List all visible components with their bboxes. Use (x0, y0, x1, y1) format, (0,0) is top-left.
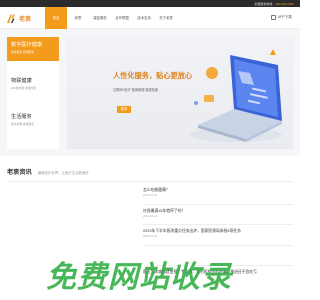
news-item-title: 前五步求病情就变预？专家称：是利医利民的好事，推进还不会吃亏 (143, 270, 257, 274)
news-list: 怎么吃能健康？ 2024-04-24 社保缴满15年就停了吗？ 2024-04-… (143, 184, 293, 287)
news-item[interactable] (143, 246, 293, 266)
nav-item-home[interactable]: 首页 (45, 7, 67, 29)
hero-banner: 人性化服务，贴心更放心 互联网+医疗 慢病管理 健康档案 更多 (67, 37, 293, 149)
nav-item-about-brand[interactable]: 老衷 (67, 7, 89, 29)
news-item[interactable]: 社保缴满15年就停了吗？ 2024-04-24 (143, 205, 293, 225)
news-item-date: 2023-07-27 (143, 234, 158, 238)
sidebar-item-title: 物联健康 (11, 78, 32, 84)
app-download-link[interactable]: APP下载 (270, 15, 292, 20)
news-section-title: 老衷资讯 (7, 169, 32, 176)
phone-icon (270, 15, 276, 20)
sidebar-item-life-service[interactable]: 生活服务 居家护理 健康知识 (7, 109, 59, 131)
nav-item-about[interactable]: 关于老衷 (155, 7, 177, 29)
hotline-label: 全国服务热线： (254, 1, 276, 6)
sidebar-item-subtitle: 24h监护器 健康监测 (11, 86, 37, 90)
nav-item-tech[interactable]: 技术支持 (133, 7, 155, 29)
hotline: 全国服务热线：400-000-0000 (254, 1, 294, 7)
sidebar-item-title: 生活服务 (11, 114, 32, 120)
divider (7, 181, 293, 182)
logo-text: 老衷 (19, 17, 32, 23)
main-nav: 首页 老衷 康复服务 合作联盟 技术支持 关于老衷 (45, 7, 177, 29)
site-header: 老衷 首页 老衷 康复服务 合作联盟 技术支持 关于老衷 APP下载 (0, 7, 300, 29)
nav-item-alliance[interactable]: 合作联盟 (111, 7, 133, 29)
app-download-label: APP下载 (277, 15, 292, 19)
hero-section: 数字医疗健康 家庭医养 养老服务 物联健康 24h监护器 健康监测 生活服务 居… (0, 29, 300, 156)
logo-icon (6, 13, 17, 24)
news-header: 老衷资讯 播新医疗世界，让医疗生活更美好 (7, 167, 89, 179)
news-section-description: 播新医疗世界，让医疗生活更美好 (37, 171, 89, 175)
sidebar-item-digital-health[interactable]: 数字医疗健康 家庭医养 养老服务 (7, 37, 59, 61)
sidebar-item-subtitle: 居家护理 健康知识 (11, 122, 35, 126)
banner-subtitle: 互联网+医疗 慢病管理 健康档案 (113, 88, 159, 92)
banner-title: 人性化服务，贴心更放心 (113, 71, 193, 80)
news-item-date: 2024-04-24 (143, 193, 158, 197)
sidebar-item-iot-health[interactable]: 物联健康 24h监护器 健康监测 (7, 73, 59, 95)
nav-item-rehab[interactable]: 康复服务 (89, 7, 111, 29)
logo[interactable]: 老衷 (6, 12, 31, 25)
banner-more-button[interactable]: 更多 (117, 106, 131, 113)
sidebar-item-subtitle: 家庭医养 养老服务 (11, 50, 35, 54)
laptop-illustration (190, 49, 282, 142)
news-item-date: 2024-04-24 (143, 213, 158, 218)
hotline-number[interactable]: 400-000-0000 (275, 2, 294, 6)
news-item[interactable]: 2023年下半年医改重点任务出炉，国家医保局承担8项任务 2023-07-27 (143, 225, 293, 246)
sidebar-item-title: 数字医疗健康 (11, 42, 43, 48)
news-item[interactable]: 怎么吃能健康？ 2024-04-24 (143, 184, 293, 205)
news-item[interactable]: 前五步求病情就变预？专家称：是利医利民的好事，推进还不会吃亏 (143, 266, 293, 287)
service-sidebar: 数字医疗健康 家庭医养 养老服务 物联健康 24h监护器 健康监测 生活服务 居… (7, 37, 59, 149)
top-bar: 全国服务热线：400-000-0000 (0, 0, 300, 7)
